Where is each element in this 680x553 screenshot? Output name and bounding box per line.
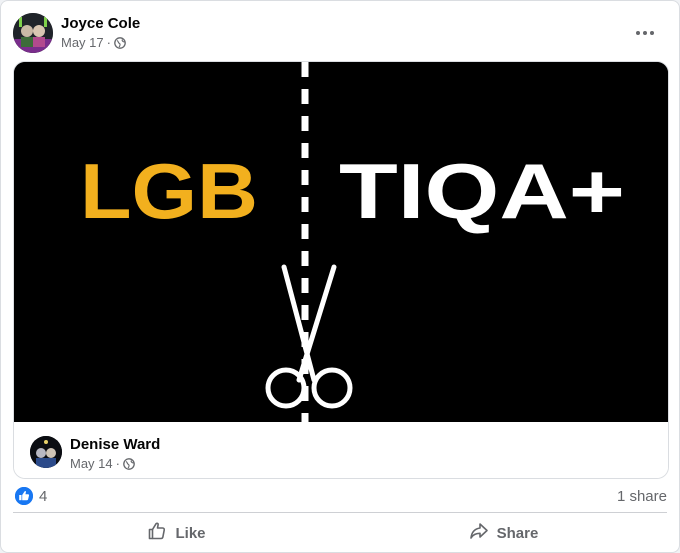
shared-post-footer: Denise Ward May 14 · — [14, 422, 668, 478]
shared-post-date[interactable]: May 14 — [70, 456, 113, 471]
divider — [13, 512, 667, 513]
more-options-icon[interactable] — [633, 23, 657, 43]
right-image-text: TIQA+ — [339, 147, 625, 235]
left-image-text: LGB — [80, 147, 258, 235]
post-meta: May 17 · — [61, 35, 126, 50]
action-bar: Like Share — [13, 516, 667, 550]
dot — [650, 31, 654, 35]
dot — [636, 31, 640, 35]
reaction-stats: 4 1 share — [13, 485, 667, 507]
post-card: Joyce Cole May 17 · LGB TIQA+ Denise War… — [0, 0, 680, 553]
shared-image[interactable]: LGB TIQA+ — [14, 62, 668, 422]
reaction-count[interactable]: 4 — [39, 488, 47, 505]
post-date[interactable]: May 17 — [61, 35, 104, 50]
post-author-name[interactable]: Joyce Cole — [61, 15, 140, 32]
like-reaction-icon[interactable] — [15, 487, 33, 505]
avatar[interactable] — [13, 13, 53, 53]
shared-post-meta: May 14 · — [70, 456, 135, 471]
like-button[interactable]: Like — [13, 516, 340, 550]
share-label: Share — [496, 524, 539, 542]
meta-separator: · — [115, 456, 120, 471]
post-header: Joyce Cole May 17 · — [13, 13, 667, 53]
shared-author-name[interactable]: Denise Ward — [70, 436, 160, 453]
share-button[interactable]: Share — [340, 516, 667, 550]
avatar[interactable] — [30, 436, 62, 468]
globe-icon — [123, 457, 135, 470]
like-label: Like — [175, 524, 206, 542]
dot — [643, 31, 647, 35]
share-count[interactable]: 1 share — [617, 488, 667, 505]
thumbs-up-icon — [147, 521, 167, 545]
share-icon — [469, 521, 489, 545]
shared-post[interactable]: LGB TIQA+ Denise Ward May 14 · — [13, 61, 669, 479]
globe-icon — [114, 36, 126, 49]
meta-separator: · — [106, 35, 111, 50]
